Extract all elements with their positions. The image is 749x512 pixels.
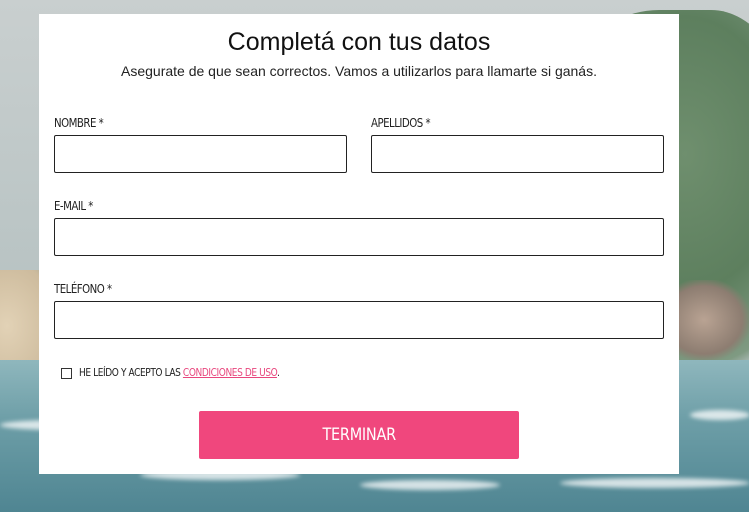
terms-prefix: HE LEÍDO Y ACEPTO LAS xyxy=(79,366,183,379)
terms-suffix: . xyxy=(276,366,280,379)
terms-checkbox[interactable] xyxy=(61,368,72,379)
form-title: Completá con tus datos xyxy=(227,28,491,56)
form-subtitle: Asegurate de que sean correctos. Vamos a… xyxy=(121,63,597,79)
terminar-button[interactable]: TERMINAR xyxy=(199,411,519,459)
apellidos-input[interactable] xyxy=(371,135,664,173)
terminar-button-label: TERMINAR xyxy=(322,425,396,445)
terms-link[interactable]: CONDICIONES DE USO xyxy=(183,366,277,379)
nombre-input[interactable] xyxy=(54,135,347,173)
nombre-label: NOMBRE * xyxy=(54,116,104,130)
registration-form-card: Completá con tus datos Asegurate de que … xyxy=(39,14,679,474)
telefono-label: TELÉFONO * xyxy=(54,282,112,296)
terms-text: HE LEÍDO Y ACEPTO LAS CONDICIONES DE USO… xyxy=(79,366,280,379)
email-input[interactable] xyxy=(54,218,664,256)
apellidos-label: APELLIDOS * xyxy=(371,116,431,130)
telefono-input[interactable] xyxy=(54,301,664,339)
email-label: E-MAIL * xyxy=(54,199,93,213)
